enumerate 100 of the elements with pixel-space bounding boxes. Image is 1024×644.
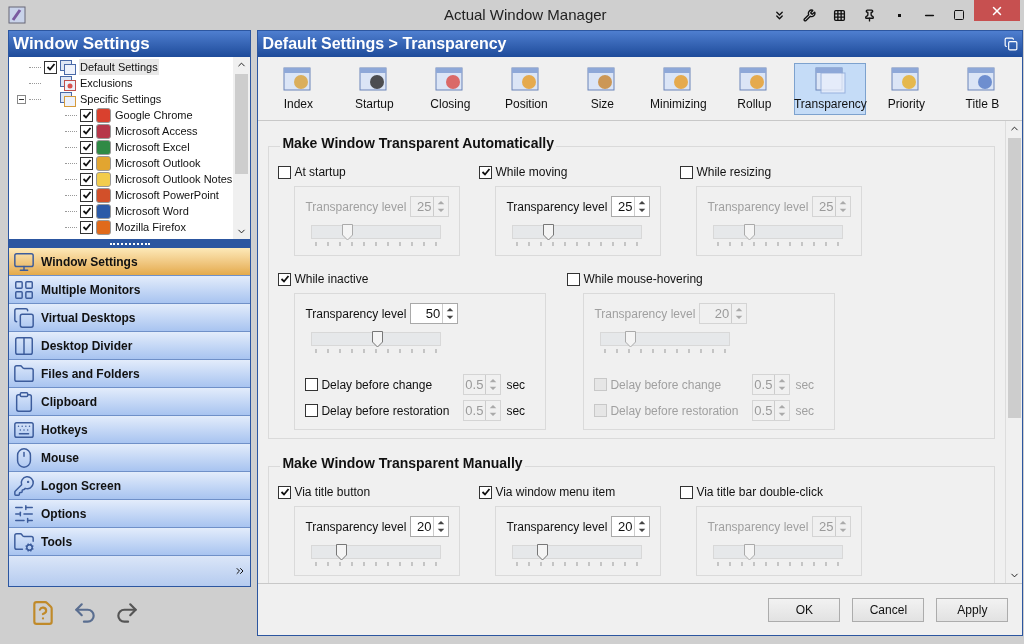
slider-track[interactable] bbox=[512, 225, 643, 239]
toolbar-tab[interactable]: Priority bbox=[870, 62, 943, 115]
app-icon bbox=[96, 123, 111, 139]
dialog-button[interactable]: OK bbox=[768, 597, 841, 622]
toolbar-tab[interactable]: Size bbox=[566, 62, 639, 115]
slider-track[interactable] bbox=[713, 225, 844, 239]
clipboard-icon bbox=[13, 390, 35, 413]
unit-label: sec bbox=[506, 402, 526, 420]
breadcrumb: Default Settings > Transparency bbox=[262, 34, 507, 54]
tree-item[interactable]: Specific Settings bbox=[79, 90, 163, 108]
nav-item[interactable]: Hotkeys bbox=[9, 416, 251, 444]
toolbar-tab[interactable]: Closing bbox=[414, 62, 487, 115]
tree-item[interactable]: Microsoft Word bbox=[114, 202, 190, 220]
dialog-button[interactable]: Apply bbox=[936, 597, 1009, 622]
tree-checkbox[interactable] bbox=[80, 220, 93, 234]
slider-track[interactable] bbox=[311, 545, 442, 559]
tree-checkbox[interactable] bbox=[80, 156, 93, 170]
app-icon bbox=[96, 187, 111, 203]
scrollbar[interactable] bbox=[1005, 121, 1023, 583]
slider-thumb[interactable] bbox=[543, 224, 555, 241]
maximize-icon[interactable] bbox=[953, 9, 965, 21]
nav-item[interactable]: Mouse bbox=[9, 444, 251, 472]
checkbox[interactable]: At startup bbox=[278, 163, 461, 181]
spin-box[interactable]: 20 bbox=[611, 516, 651, 537]
monitor-icon bbox=[13, 250, 35, 273]
checkbox[interactable]: Delay before change bbox=[305, 375, 464, 394]
restore-icon[interactable] bbox=[1004, 37, 1019, 51]
slider-thumb[interactable] bbox=[336, 544, 348, 561]
wrench-icon[interactable] bbox=[802, 8, 816, 22]
checkbox[interactable]: While inactive bbox=[278, 270, 549, 288]
toolbar-tab[interactable]: Minimizing bbox=[642, 62, 715, 115]
field-label: Transparency level bbox=[305, 305, 407, 323]
toolbar-tab[interactable]: Startup bbox=[338, 62, 411, 115]
grid-icon[interactable] bbox=[832, 8, 846, 22]
checkmark-icon bbox=[81, 126, 92, 136]
collapse-icon[interactable] bbox=[17, 94, 26, 104]
slider-track[interactable] bbox=[512, 545, 643, 559]
toolbar-tab[interactable]: Title B bbox=[946, 62, 1019, 115]
tree-checkbox[interactable] bbox=[80, 140, 93, 154]
slider-track[interactable] bbox=[713, 545, 844, 559]
tree-item[interactable]: Microsoft Access bbox=[114, 122, 199, 140]
tree-checkbox[interactable] bbox=[80, 204, 93, 218]
panel-header: Window Settings bbox=[9, 31, 251, 57]
tree-item[interactable]: Default Settings bbox=[79, 58, 159, 76]
nav-item[interactable]: Virtual Desktops bbox=[9, 304, 251, 332]
tree-checkbox[interactable] bbox=[80, 172, 93, 186]
field-label: Transparency level bbox=[707, 198, 809, 216]
nav-item[interactable]: Logon Screen bbox=[9, 472, 251, 500]
tree-checkbox[interactable] bbox=[44, 60, 57, 74]
tree-checkbox[interactable] bbox=[80, 124, 93, 138]
checkbox[interactable]: Via window menu item bbox=[479, 483, 662, 501]
tree-checkbox[interactable] bbox=[80, 108, 93, 122]
pin-icon[interactable] bbox=[862, 8, 876, 22]
slider-thumb[interactable] bbox=[625, 331, 637, 348]
checkmark-icon bbox=[279, 487, 290, 497]
close-button[interactable] bbox=[974, 0, 1020, 21]
toolbar-tab[interactable]: Position bbox=[490, 62, 563, 115]
checkbox[interactable]: Via title bar double-click bbox=[680, 483, 863, 501]
tree-item[interactable]: Exclusions bbox=[79, 74, 134, 92]
slider-thumb[interactable] bbox=[371, 331, 383, 348]
toolbar-tab[interactable]: Index bbox=[262, 62, 335, 115]
slider-thumb[interactable] bbox=[744, 544, 756, 561]
tree-item[interactable]: Microsoft Excel bbox=[114, 138, 191, 156]
tree-item[interactable]: Microsoft Outlook bbox=[114, 154, 202, 172]
spin-box[interactable]: 25 bbox=[611, 196, 651, 217]
checkbox[interactable]: While mouse-hovering bbox=[567, 270, 838, 288]
slider-track[interactable] bbox=[311, 332, 442, 346]
slider-thumb[interactable] bbox=[537, 544, 549, 561]
spin-box[interactable]: 50 bbox=[410, 303, 459, 324]
checkmark-icon bbox=[81, 142, 92, 152]
tree-item[interactable]: Mozilla Firefox bbox=[114, 218, 187, 236]
nav-item[interactable]: Desktop Divider bbox=[9, 332, 251, 360]
checkbox[interactable]: While moving bbox=[479, 163, 662, 181]
scrollbar[interactable] bbox=[233, 57, 251, 239]
nav-item[interactable]: Tools bbox=[9, 528, 251, 556]
slider-track[interactable] bbox=[600, 332, 731, 346]
slider-thumb[interactable] bbox=[342, 224, 354, 241]
unit-label: sec bbox=[506, 376, 526, 394]
nav-item[interactable]: Clipboard bbox=[9, 388, 251, 416]
nav-item[interactable]: Window Settings bbox=[9, 248, 251, 276]
tree-item[interactable]: Google Chrome bbox=[114, 106, 194, 124]
checkbox[interactable]: While resizing bbox=[680, 163, 863, 181]
tree-checkbox[interactable] bbox=[80, 188, 93, 202]
undo-icon[interactable] bbox=[72, 600, 98, 626]
slider-track[interactable] bbox=[311, 225, 442, 239]
redo-icon[interactable] bbox=[114, 600, 140, 626]
window-stack-icon bbox=[60, 91, 76, 107]
checkbox[interactable]: Via title button bbox=[278, 483, 461, 501]
slider-thumb[interactable] bbox=[744, 224, 756, 241]
tree-item[interactable]: Microsoft PowerPoint bbox=[114, 186, 220, 204]
nav-item[interactable]: Files and Folders bbox=[9, 360, 251, 388]
nav-item[interactable]: Multiple Monitors bbox=[9, 276, 251, 304]
tree-item[interactable]: Microsoft Outlook Notes bbox=[114, 170, 234, 188]
toolbar-tab[interactable]: Transparency bbox=[794, 62, 867, 115]
field-label: Transparency level bbox=[506, 198, 608, 216]
checkbox[interactable]: Delay before restoration bbox=[305, 401, 464, 420]
nav-item[interactable]: Options bbox=[9, 500, 251, 528]
toolbar-tab[interactable]: Rollup bbox=[718, 62, 791, 115]
dialog-button[interactable]: Cancel bbox=[852, 597, 925, 622]
spin-box[interactable]: 20 bbox=[410, 516, 450, 537]
